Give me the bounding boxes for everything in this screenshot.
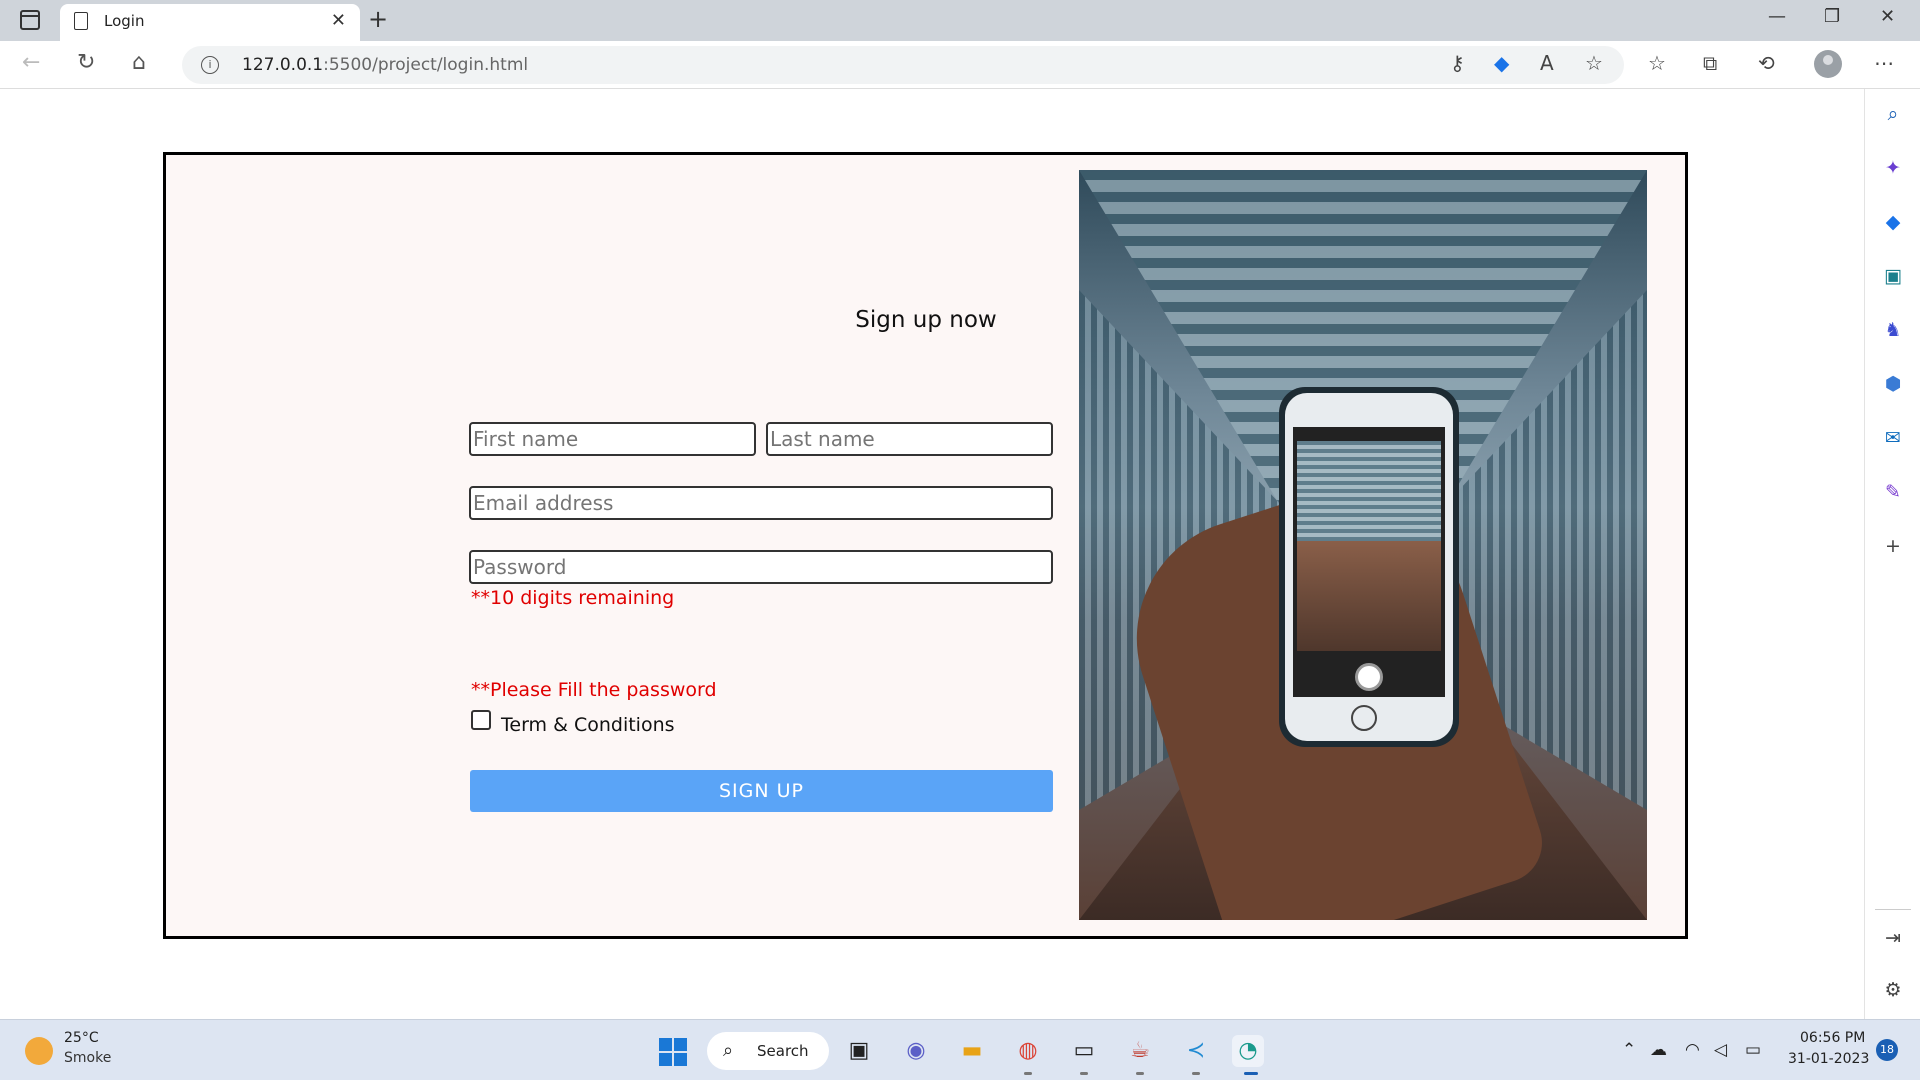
shopping-tag-icon[interactable]: ◆ — [1494, 51, 1509, 75]
sidebar-divider — [1875, 909, 1911, 910]
java-running-indicator — [1136, 1072, 1144, 1075]
password-input[interactable] — [469, 550, 1053, 584]
close-window-button[interactable]: ✕ — [1880, 6, 1895, 27]
weather-icon[interactable] — [25, 1037, 53, 1065]
java-icon[interactable]: ☕ — [1124, 1035, 1156, 1067]
add-sidebar-icon[interactable]: + — [1882, 535, 1904, 557]
screen-floor — [1297, 541, 1441, 651]
battery-icon[interactable]: ▭ — [1745, 1040, 1761, 1060]
copilot-icon[interactable]: ✦ — [1882, 157, 1904, 179]
photo-phone — [1279, 387, 1459, 747]
weather-temperature[interactable]: 25°C — [64, 1030, 99, 1046]
file-explorer-icon[interactable]: ▬ — [956, 1035, 988, 1067]
key-icon[interactable]: ⚷ — [1450, 51, 1465, 75]
favorites-icon[interactable]: ☆ — [1648, 51, 1666, 75]
home-icon[interactable]: ⌂ — [132, 50, 146, 75]
show-hidden-icons-icon[interactable]: ⌃ — [1622, 1040, 1636, 1060]
password-hint: **10 digits remaining — [471, 587, 675, 609]
phone-home-button — [1351, 705, 1377, 731]
close-tab-icon[interactable]: ✕ — [331, 10, 346, 31]
wifi-icon[interactable]: ◠ — [1685, 1040, 1700, 1060]
taskbar: 25°C Smoke ⌕ Search ▣ ◉ ▬ ◍ ▭ ☕ ≺ ◔ ⌃ ☁ … — [0, 1019, 1920, 1080]
volume-icon[interactable]: ◁ — [1714, 1040, 1727, 1060]
reload-icon[interactable]: ↻ — [77, 50, 95, 75]
screen-ceiling — [1297, 441, 1441, 541]
url-path: :5500/project/login.html — [323, 55, 529, 75]
hide-sidebar-icon[interactable]: ⇥ — [1882, 927, 1904, 949]
tab-title: Login — [104, 12, 145, 30]
teams-chat-icon[interactable]: ◉ — [900, 1035, 932, 1067]
start-icon[interactable] — [659, 1038, 687, 1066]
weather-description[interactable]: Smoke — [64, 1050, 111, 1066]
notification-badge[interactable]: 18 — [1876, 1039, 1898, 1061]
edge-icon[interactable]: ◔ — [1232, 1035, 1264, 1067]
tools-icon[interactable]: ▣ — [1882, 265, 1904, 287]
vscode-running-indicator — [1192, 1072, 1200, 1075]
task-view-icon[interactable]: ▣ — [843, 1035, 875, 1067]
site-info-icon[interactable]: i — [201, 56, 219, 74]
phone-screen — [1293, 427, 1445, 697]
tab-actions-icon[interactable] — [20, 10, 40, 30]
settings-gear-icon[interactable]: ⚙ — [1882, 979, 1904, 1001]
new-tab-button[interactable]: + — [368, 5, 388, 33]
search-label: Search — [757, 1042, 809, 1060]
collections-icon[interactable]: ⧉ — [1703, 51, 1717, 75]
chrome-icon[interactable]: ◍ — [1012, 1035, 1044, 1067]
edge-sidebar: ⌕ ✦ ◆ ▣ ♞ ⬢ ✉ ✎ + ⇥ ⚙ — [1864, 89, 1920, 1019]
browser-toolbar: ← ↻ ⌂ i 127.0.0.1:5500/project/login.htm… — [0, 41, 1920, 89]
profile-avatar[interactable] — [1814, 50, 1842, 78]
first-name-input[interactable] — [469, 422, 756, 456]
vscode-icon[interactable]: ≺ — [1180, 1035, 1212, 1067]
outlook-icon[interactable]: ✉ — [1882, 427, 1904, 449]
designer-icon[interactable]: ✎ — [1882, 481, 1904, 503]
office-icon[interactable]: ⬢ — [1882, 373, 1904, 395]
hero-photo — [1079, 170, 1647, 920]
history-icon[interactable]: ⟲ — [1758, 51, 1775, 75]
tab-strip: Login ✕ + — ❐ ✕ — [0, 0, 1920, 41]
camera-shutter — [1355, 663, 1383, 691]
restore-button[interactable]: ❐ — [1824, 6, 1840, 27]
page-icon — [74, 12, 88, 30]
url-host: 127.0.0.1 — [242, 55, 324, 75]
clock-time[interactable]: 06:56 PM — [1800, 1030, 1865, 1046]
read-aloud-icon[interactable]: A — [1540, 51, 1554, 75]
address-url: 127.0.0.1:5500/project/login.html — [242, 55, 528, 75]
search-icon: ⌕ — [723, 1040, 734, 1061]
terminal-running-indicator — [1080, 1072, 1088, 1075]
shopping-icon[interactable]: ◆ — [1882, 211, 1904, 233]
edge-active-indicator — [1244, 1072, 1258, 1075]
tab-login[interactable]: Login ✕ — [60, 4, 360, 41]
last-name-input[interactable] — [766, 422, 1053, 456]
address-bar[interactable]: i 127.0.0.1:5500/project/login.html — [182, 46, 1624, 84]
taskbar-search[interactable]: ⌕ Search — [707, 1032, 829, 1070]
clock-date[interactable]: 31-01-2023 — [1788, 1051, 1869, 1067]
terms-checkbox[interactable] — [471, 710, 491, 730]
games-icon[interactable]: ♞ — [1882, 319, 1904, 341]
email-input[interactable] — [469, 486, 1053, 520]
more-menu-icon[interactable]: ⋯ — [1874, 51, 1894, 75]
terminal-icon[interactable]: ▭ — [1068, 1035, 1100, 1067]
chrome-running-indicator — [1024, 1072, 1032, 1075]
signup-button[interactable]: SIGN UP — [470, 770, 1053, 812]
terms-label: Term & Conditions — [501, 714, 675, 736]
password-error: **Please Fill the password — [471, 679, 717, 701]
minimize-button[interactable]: — — [1768, 6, 1786, 27]
page-content: Sign up now **10 digits remaining **Plea… — [0, 89, 1864, 1019]
back-icon[interactable]: ← — [22, 50, 40, 75]
search-icon[interactable]: ⌕ — [1882, 103, 1904, 125]
signup-card: Sign up now **10 digits remaining **Plea… — [163, 152, 1688, 939]
onedrive-icon[interactable]: ☁ — [1650, 1040, 1667, 1060]
add-favorite-icon[interactable]: ☆ — [1585, 51, 1603, 75]
